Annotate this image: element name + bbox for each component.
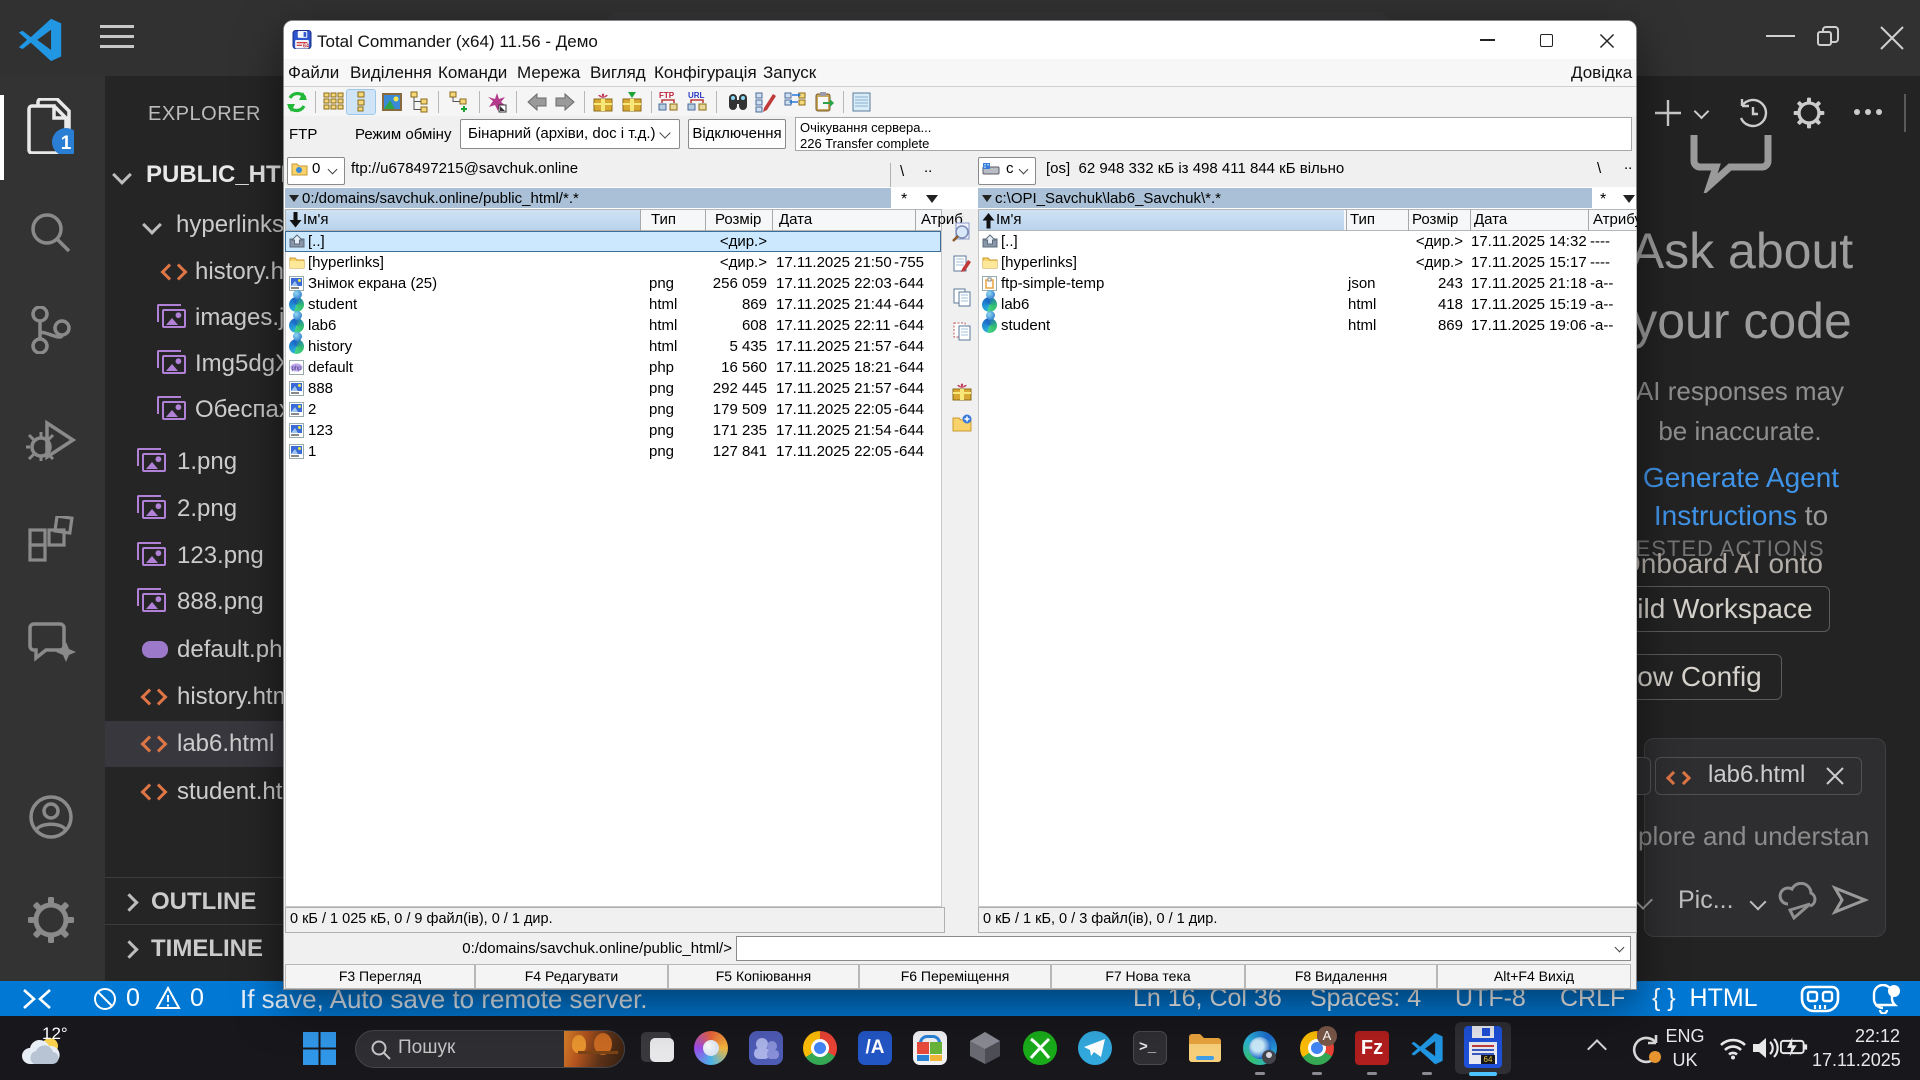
- svg-text:64: 64: [303, 43, 309, 49]
- svg-text:FTP: FTP: [659, 91, 675, 100]
- svg-text:1: 1: [61, 133, 72, 154]
- svg-text:php: php: [291, 366, 302, 372]
- svg-text:URL: URL: [688, 91, 705, 100]
